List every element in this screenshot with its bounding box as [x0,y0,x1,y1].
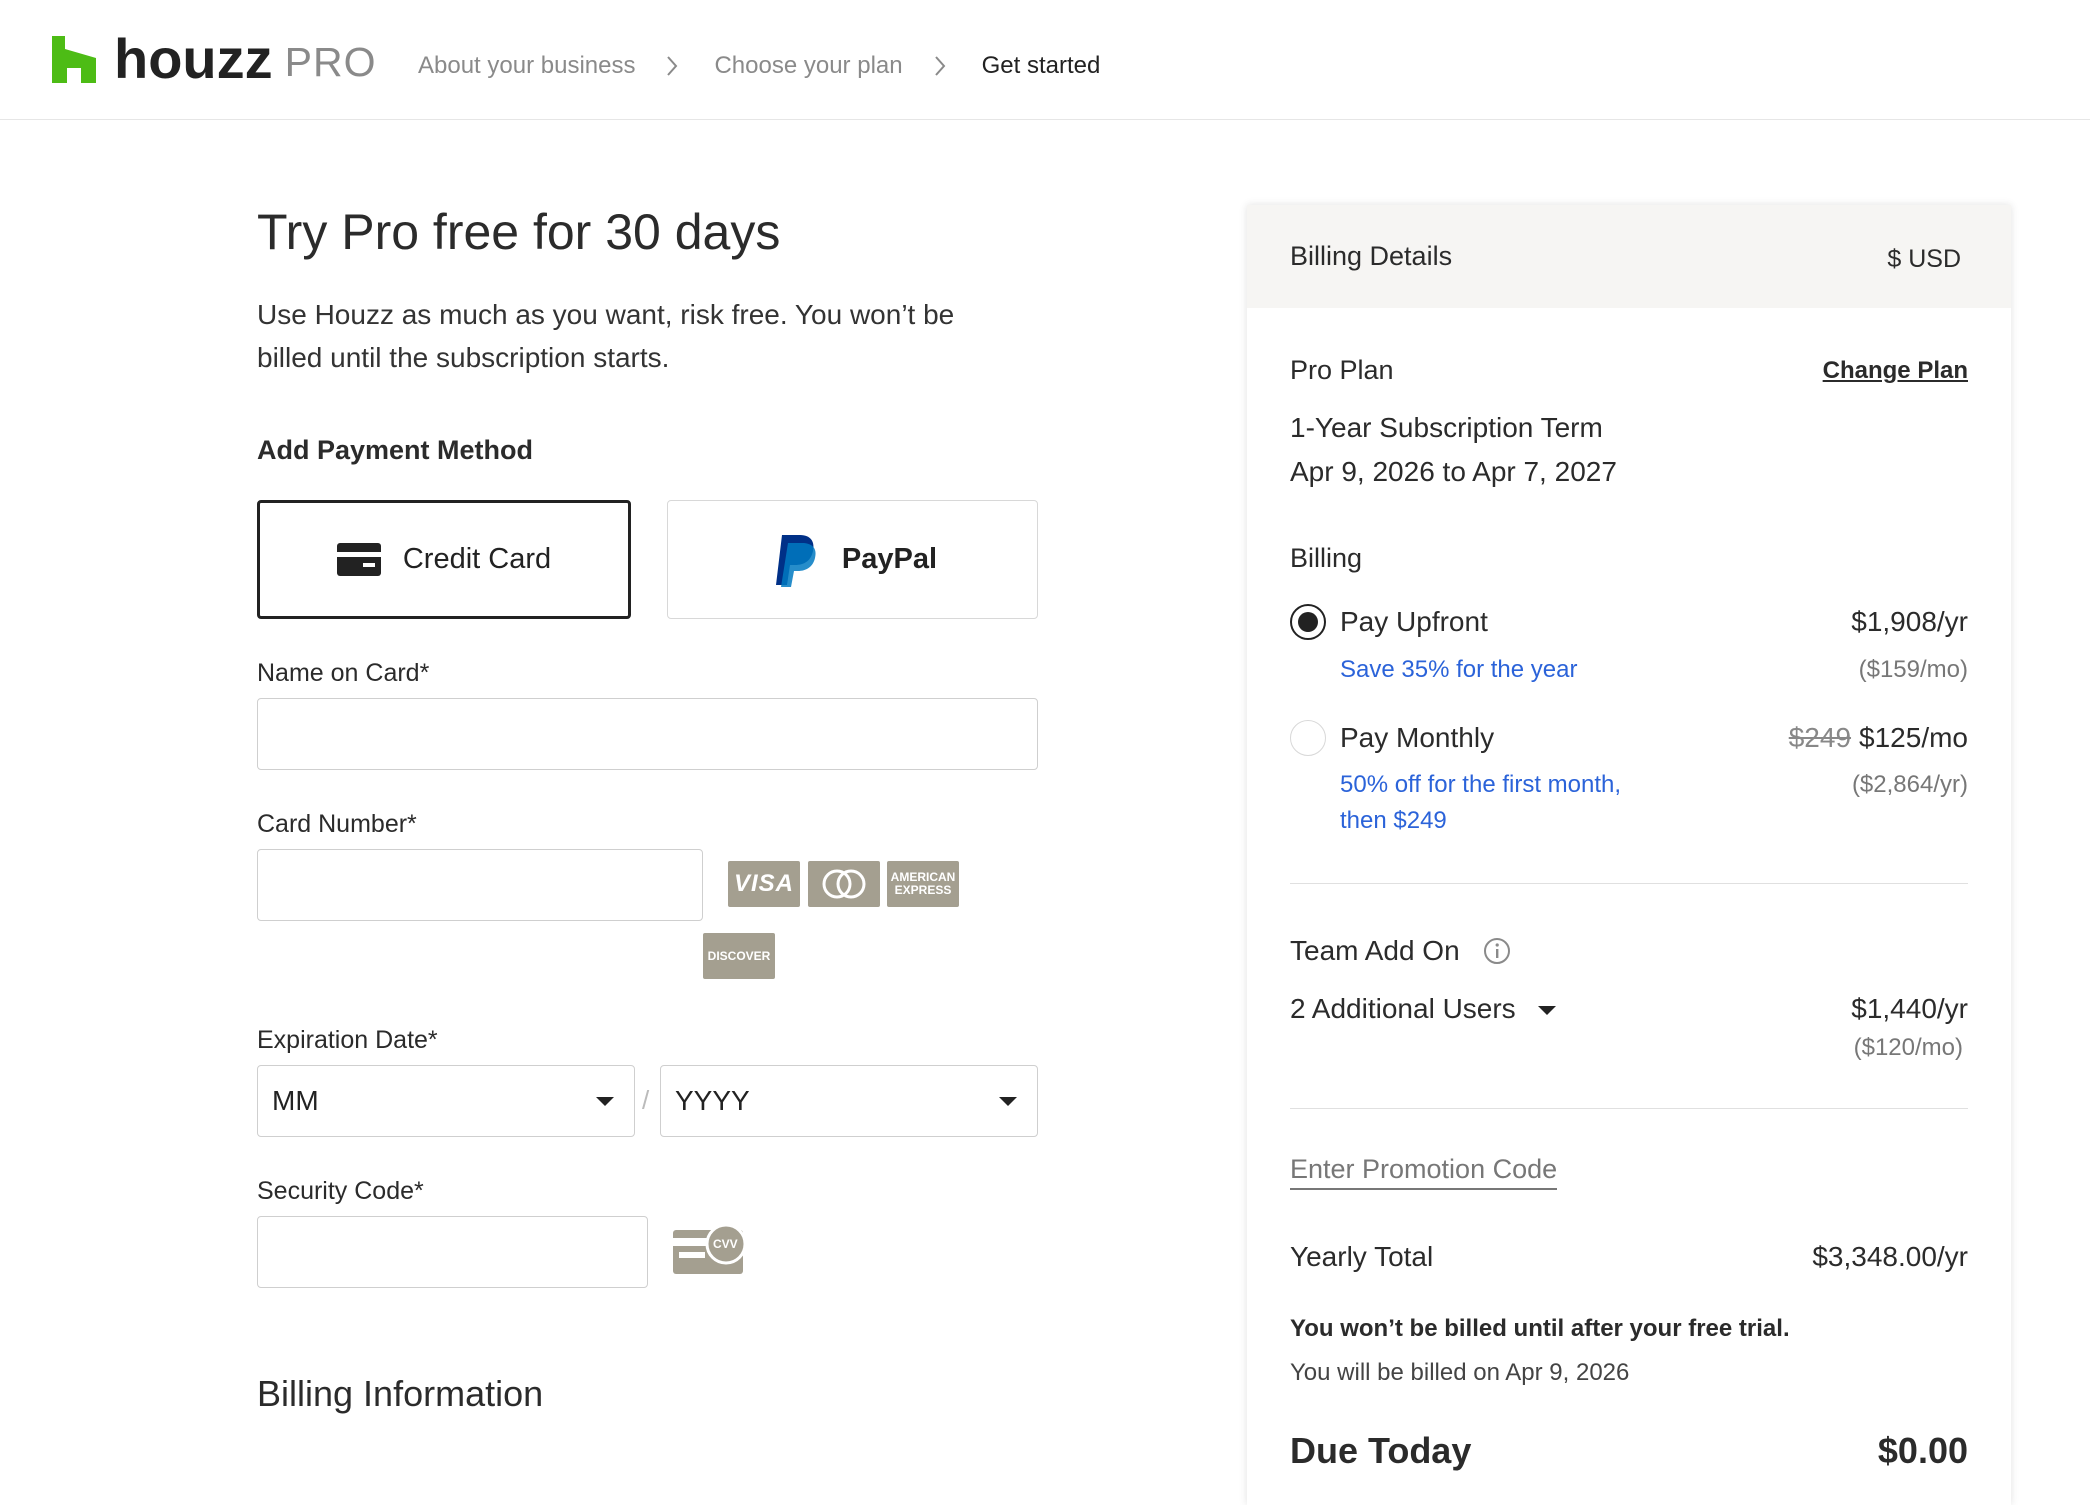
security-code-input[interactable] [257,1216,648,1288]
mastercard-circles-icon [822,869,866,899]
breadcrumb-choose-plan[interactable]: Choose your plan [714,52,902,80]
card-number-label: Card Number* [257,810,417,838]
breadcrumb-get-started: Get started [981,52,1101,79]
plan-name: Pro Plan [1290,355,1394,385]
cvv-badge-text: CVV [713,1237,738,1251]
subscription-dates: Apr 9, 2026 to Apr 7, 2027 [1290,456,1617,487]
currency-label: $ USD [1887,245,1961,273]
billing-details-panel: Billing Details $ USD Pro Plan Change Pl… [1247,205,2011,1505]
pay-monthly-promo-note-line1: 50% off for the first month, [1340,771,1622,798]
pay-upfront-price: $1,908/yr [1851,606,1968,637]
paypal-option-button[interactable]: PayPal [667,500,1038,619]
pay-upfront-savings-note: Save 35% for the year [1340,656,1578,683]
info-icon[interactable] [1483,937,1511,965]
pay-monthly-label[interactable]: Pay Monthly [1340,722,1494,754]
expiration-date-label: Expiration Date* [257,1026,438,1054]
expiration-month-select[interactable]: MM [257,1065,635,1137]
chevron-right-icon [934,56,945,76]
billing-label: Billing [1290,543,1363,573]
team-add-on-label: Team Add On [1290,935,1460,966]
yearly-total-label: Yearly Total [1290,1241,1434,1272]
pay-monthly-yearly-equivalent: ($2,864/yr) [1851,771,1968,798]
expiration-year-select[interactable]: YYYY [660,1065,1038,1137]
cvv-icon: CVV [673,1224,747,1276]
pay-monthly-radio[interactable] [1290,720,1326,756]
chevron-down-icon [999,1097,1017,1106]
visa-logo-icon: VISA [728,861,800,907]
breadcrumb: About your business Choose your plan Get… [418,52,1100,80]
billing-information-heading: Billing Information [257,1373,544,1414]
enter-promotion-code-link[interactable]: Enter Promotion Code [1290,1154,1558,1190]
date-separator: / [642,1085,650,1115]
credit-card-option-button[interactable]: Credit Card [257,500,631,619]
credit-card-icon [336,543,381,576]
chevron-down-icon [1537,1006,1556,1016]
card-number-input[interactable] [257,849,703,921]
top-bar: houzz PRO About your business Choose you… [0,0,2090,120]
discover-logo-text: DISCOVER [707,949,771,963]
additional-users-dropdown[interactable]: 2 Additional Users [1290,993,1556,1025]
pay-upfront-radio[interactable] [1290,604,1326,640]
paypal-option-label: PayPal [841,543,938,575]
pay-monthly-new-price: $125/mo [1859,722,1968,753]
pay-monthly-promo-note-line2: then $249 [1340,807,1447,834]
amex-logo-text: AMERICAN EXPRESS [890,870,956,897]
change-plan-link[interactable]: Change Plan [1823,357,1968,385]
expiration-year-value: YYYY [675,1085,750,1116]
team-add-on-monthly-equivalent: ($120/mo) [1853,1034,1963,1061]
yearly-total-value: $3,348.00/yr [1812,1241,1968,1272]
name-on-card-label: Name on Card* [257,659,430,687]
billing-date-note: You will be billed on Apr 9, 2026 [1290,1359,1630,1386]
section-divider [1290,1108,1968,1109]
houzz-logo-icon [52,35,96,83]
pay-monthly-price: $249 $125/mo [1789,722,1968,754]
credit-card-option-label: Credit Card [402,543,552,575]
chevron-right-icon [667,56,678,76]
chevron-down-icon [596,1097,614,1106]
mastercard-logo-icon [808,861,880,907]
pay-upfront-label[interactable]: Pay Upfront [1340,606,1488,638]
pay-upfront-monthly-equivalent: ($159/mo) [1858,656,1968,683]
amex-logo-icon: AMERICAN EXPRESS [887,861,959,907]
subscription-term: 1-Year Subscription Term [1290,412,1603,443]
billing-details-header: Billing Details $ USD [1247,205,2011,308]
section-divider [1290,883,1968,884]
due-today-value: $0.00 [1877,1430,1968,1471]
additional-users-value: 2 Additional Users [1290,993,1516,1024]
paypal-icon [775,534,816,587]
expiration-month-value: MM [272,1085,319,1116]
payment-method-heading: Add Payment Method [257,435,534,465]
houzz-pro-logo[interactable]: houzz PRO [52,27,377,90]
billing-details-title: Billing Details [1290,241,1453,271]
pay-monthly-old-price: $249 [1788,722,1852,753]
breadcrumb-about-business[interactable]: About your business [418,52,635,80]
discover-logo-icon: DISCOVER [703,933,775,979]
visa-logo-text: VISA [733,870,794,897]
free-trial-note: You won’t be billed until after your fre… [1290,1315,1790,1342]
due-today-label: Due Today [1290,1430,1472,1471]
logo-pro-text: PRO [284,38,377,85]
page-subtitle: Use Houzz as much as you want, risk free… [257,299,955,373]
security-code-label: Security Code* [257,1177,424,1205]
page-title: Try Pro free for 30 days [257,204,781,260]
logo-wordmark: houzz [114,27,273,90]
team-add-on-price: $1,440/yr [1851,993,1968,1024]
name-on-card-input[interactable] [257,698,1038,770]
